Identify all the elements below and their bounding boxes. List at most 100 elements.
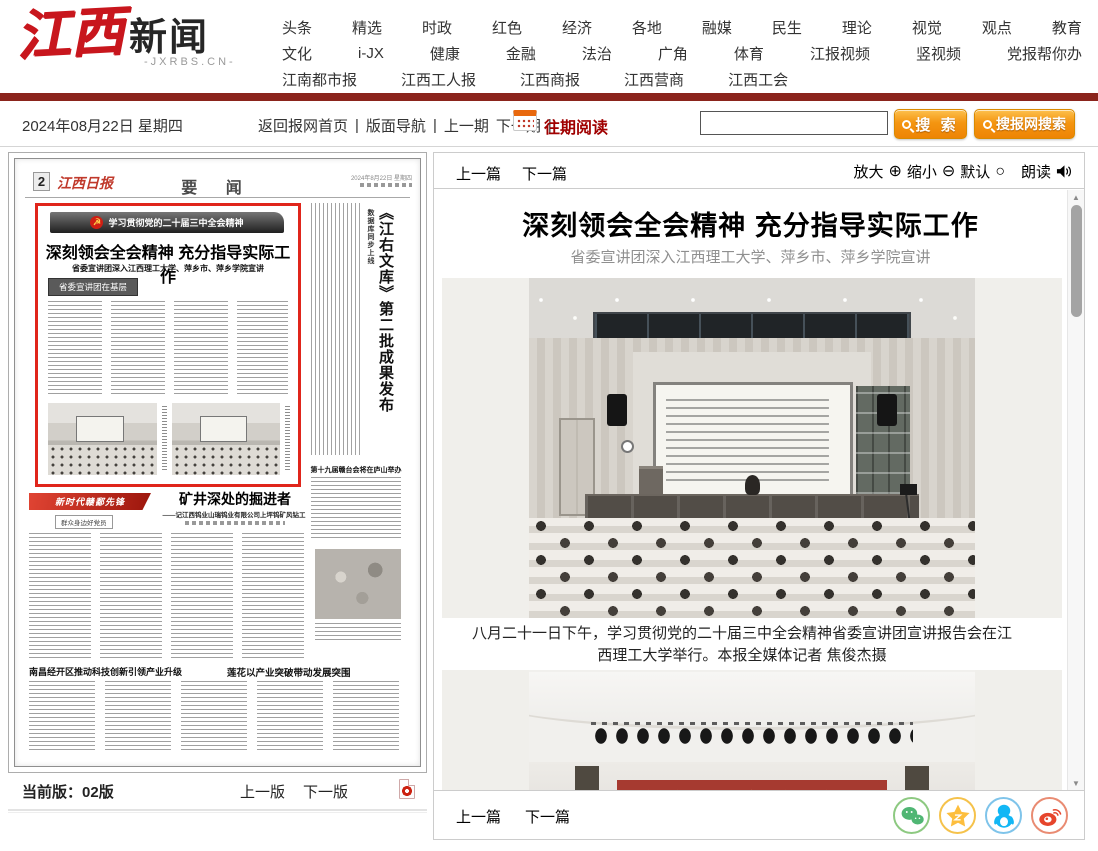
paper-banner-text: 学习贯彻党的二十届三中全会精神 (108, 216, 243, 229)
pdf-download-icon[interactable] (399, 779, 415, 799)
article-photo-block (442, 278, 1062, 618)
photo-presenter (745, 475, 760, 495)
nav-jiangbao-video[interactable]: 江报视频 (810, 43, 870, 64)
newspaper-page-image[interactable]: 2 江西日报 要 闻 2024年8月22日 星期四 ☭ 学习贯彻党的二十届三中全… (14, 158, 421, 767)
article-footer: 上一篇 下一篇 (434, 790, 1084, 839)
scrollbar-thumb[interactable] (1071, 205, 1082, 317)
nav-guandian[interactable]: 观点 (982, 17, 1012, 38)
search-input[interactable] (700, 111, 888, 135)
current-page-value: 02版 (82, 784, 114, 801)
nav-jiangxi-yingshang[interactable]: 江西营商 (624, 69, 684, 90)
zoom-default-icon[interactable]: ○ (995, 164, 1005, 180)
separator: | (433, 117, 437, 134)
site-search-button-label: 搜报网搜索 (996, 114, 1066, 134)
nav-lilun[interactable]: 理论 (842, 17, 872, 38)
article-photo-block-2: 学习贯彻党的二十届三中全会精神省委宣讲团报告会 (442, 670, 1062, 791)
read-aloud-label[interactable]: 朗读 (1021, 161, 1051, 182)
nav-hongse[interactable]: 红色 (492, 17, 522, 38)
paper-article-banner: ☭ 学习贯彻党的二十届三中全会精神 (50, 212, 284, 233)
nav-jiaoyu[interactable]: 教育 (1052, 17, 1082, 38)
qzone-share-icon[interactable] (939, 797, 976, 834)
nav-fazhi[interactable]: 法治 (582, 43, 612, 64)
next-article-link-top[interactable]: 下一篇 (522, 163, 567, 184)
wechat-share-icon[interactable] (893, 797, 930, 834)
prev-article-link-top[interactable]: 上一篇 (456, 163, 501, 184)
speaker-icon[interactable] (1056, 164, 1072, 179)
paper-photo-1 (48, 403, 157, 475)
calendar-icon[interactable] (513, 110, 537, 131)
back-to-site-link[interactable]: 返回报网首页 (258, 115, 348, 136)
next-article-link-bottom[interactable]: 下一篇 (525, 806, 570, 827)
photo-caption-column (285, 406, 290, 470)
magnifier-icon (983, 120, 992, 129)
search-button[interactable]: 搜 索 (894, 109, 967, 139)
stage-photo: 学习贯彻党的二十届三中全会精神省委宣讲团报告会 (529, 670, 975, 791)
photo-caption-column (162, 406, 167, 470)
site-logo[interactable]: 江西 新闻 -JXRBS.CN- (16, 8, 266, 68)
nav-jiangxi-shangbao[interactable]: 江西商报 (520, 69, 580, 90)
qq-share-icon[interactable] (985, 797, 1022, 834)
nav-jiangxi-gongrenbao[interactable]: 江西工人报 (401, 69, 476, 90)
site-search-button[interactable]: 搜报网搜索 (974, 109, 1075, 139)
paper-bottom-body-columns (29, 681, 401, 753)
prev-page-link[interactable]: 上一版 (240, 781, 285, 802)
calendar-grid (516, 118, 534, 128)
layout-nav-link[interactable]: 版面导航 (366, 115, 426, 136)
nav-jiankang[interactable]: 健康 (430, 43, 460, 64)
photo-speaker-right (877, 394, 897, 426)
nav-tiyu[interactable]: 体育 (734, 43, 764, 64)
prev-article-link-bottom[interactable]: 上一篇 (456, 806, 501, 827)
photo-audience-rows (529, 518, 975, 618)
nav-guangjiao[interactable]: 广角 (658, 43, 688, 64)
nav-ijx[interactable]: i-JX (358, 45, 384, 62)
nav-toutiao[interactable]: 头条 (282, 17, 312, 38)
article-content-area: 深刻领会全会精神 充分指导实际工作 省委宣讲团深入江西理工大学、萍乡市、萍乡学院… (434, 190, 1084, 791)
nav-dangbao-help[interactable]: 党报帮你办 (1007, 43, 1082, 64)
zoom-out-label[interactable]: 缩小 (907, 161, 937, 182)
nav-jingji[interactable]: 经济 (562, 17, 592, 38)
left-panel-divider (8, 809, 427, 813)
archive-link[interactable]: 往期阅读 (544, 114, 608, 138)
text-controls: 放大 ⊕ 缩小 ⊖ 默认 ○ 朗读 (853, 161, 1072, 182)
nav-jiangnan-dushibao[interactable]: 江南都市报 (282, 69, 357, 90)
nav-minsheng[interactable]: 民生 (772, 17, 802, 38)
logo-domain-text: -JXRBS.CN- (144, 56, 266, 68)
paper-mine-subhead: ——记江西钨业山瑞钨业有限公司上坪钨矿风钻工 (141, 509, 327, 519)
nav-rongmei[interactable]: 融媒 (702, 17, 732, 38)
prev-issue-link[interactable]: 上一期 (444, 115, 489, 136)
nav-row-3: 江南都市报 江西工人报 江西商报 江西营商 江西工会 (282, 66, 1082, 92)
logo-xinwen-text: 新闻 (129, 18, 209, 60)
weibo-share-icon[interactable] (1031, 797, 1068, 834)
highlighted-article-region[interactable]: ☭ 学习贯彻党的二十届三中全会精神 深刻领会全会精神 充分指导实际工作 省委宣讲… (35, 203, 301, 487)
paper-bottom-left-headline: 南昌经开区推动科技创新引领产业升级 (29, 665, 195, 678)
paper-ribbon-logo: 新时代赣鄱先锋 (29, 493, 151, 510)
article-scrollbar[interactable]: ▲ ▼ (1067, 190, 1084, 791)
current-page-text: 当前版： (22, 784, 82, 801)
separator: | (355, 117, 359, 134)
nav-shijue[interactable]: 视觉 (912, 17, 942, 38)
photo-speaker-left (607, 394, 627, 426)
paper-mine-headline: 矿井深处的掘进者 (153, 489, 317, 509)
photo-wall-clock (621, 440, 634, 453)
photo-audience (172, 445, 281, 475)
party-emblem-icon: ☭ (90, 216, 103, 229)
scrollbar-down-arrow[interactable]: ▼ (1068, 779, 1084, 788)
nav-jinrong[interactable]: 金融 (506, 43, 536, 64)
nav-jiangxi-gonghui[interactable]: 江西工会 (728, 69, 788, 90)
zoom-in-icon[interactable]: ⊕ (888, 164, 901, 180)
paper-miner-caption (315, 623, 401, 641)
nav-wenhua[interactable]: 文化 (282, 43, 312, 64)
nav-jingxuan[interactable]: 精选 (352, 17, 382, 38)
next-page-link[interactable]: 下一版 (303, 781, 348, 802)
nav-gedi[interactable]: 各地 (632, 17, 662, 38)
zoom-in-label[interactable]: 放大 (853, 161, 883, 182)
nav-shu-video[interactable]: 竖视频 (916, 43, 961, 64)
zoom-out-icon[interactable]: ⊖ (942, 164, 955, 180)
nav-shizheng[interactable]: 时政 (422, 17, 452, 38)
magnifier-icon (902, 120, 911, 129)
zoom-default-label[interactable]: 默认 (960, 161, 990, 182)
photo-pillar-right (905, 766, 929, 791)
scrollbar-up-arrow[interactable]: ▲ (1068, 193, 1084, 202)
nav-row-1: 头条 精选 时政 红色 经济 各地 融媒 民生 理论 视觉 观点 教育 (282, 14, 1082, 40)
photo-audience (48, 445, 157, 475)
